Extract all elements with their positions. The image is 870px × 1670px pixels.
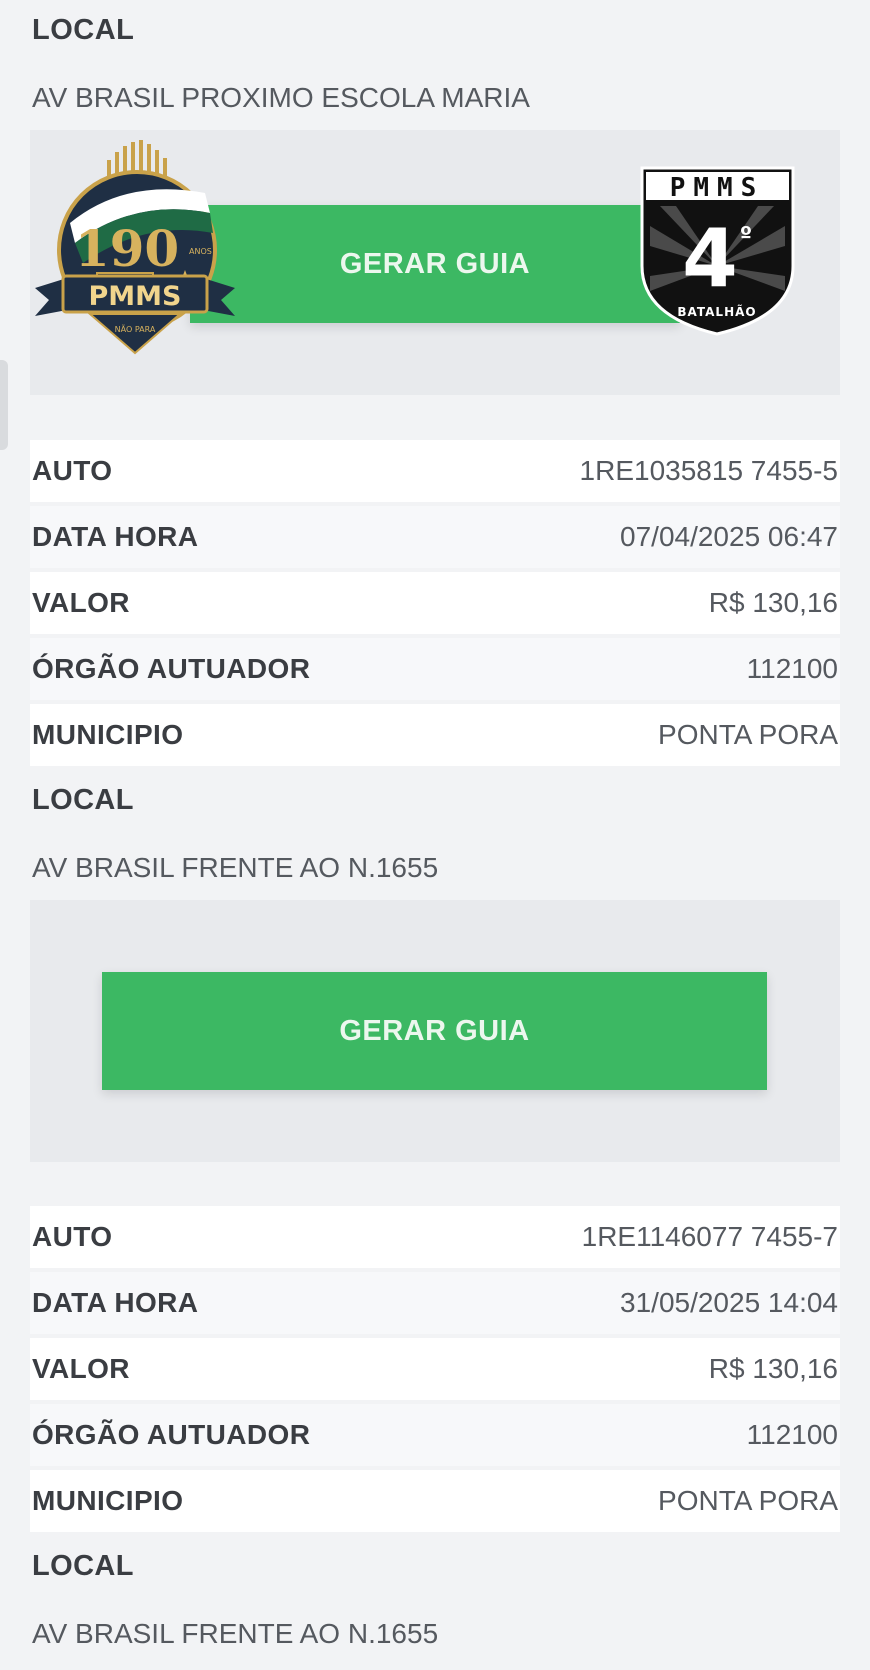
table-row: DATA HORA 07/04/2025 06:47 [30, 506, 840, 568]
shield-number: 4 [682, 212, 738, 305]
logo-motto: NÃO PARA [115, 324, 156, 334]
valor-label: VALOR [32, 1353, 130, 1384]
pmms-190-anos-logo: 190 ANOS PMMS NÃO PARA [35, 140, 235, 355]
shield-title: PMMS [670, 173, 765, 203]
municipio-label: MUNICIPIO [32, 1485, 184, 1516]
municipio-value: PONTA PORA [658, 719, 838, 750]
table-row: MUNICIPIO PONTA PORA [30, 1470, 840, 1532]
shield-degree: º [740, 223, 752, 248]
local-label: LOCAL [32, 1550, 134, 1582]
valor-value: R$ 130,16 [708, 1353, 838, 1384]
datahora-label: DATA HORA [32, 521, 199, 552]
gerar-guia-button[interactable]: GERAR GUIA [102, 972, 767, 1090]
local-label: LOCAL [32, 784, 134, 816]
table-row: VALOR R$ 130,16 [30, 1338, 840, 1400]
valor-value: R$ 130,16 [708, 587, 838, 618]
table-row: MUNICIPIO PONTA PORA [30, 704, 840, 766]
scroll-edge [0, 360, 8, 450]
auto-value: 1RE1146077 7455-7 [581, 1221, 838, 1252]
table-row: AUTO 1RE1035815 7455-5 [30, 440, 840, 502]
orgao-value: 112100 [746, 653, 838, 684]
datahora-label: DATA HORA [32, 1287, 199, 1318]
logo-number: 190 [75, 219, 179, 278]
local-value: AV BRASIL PROXIMO ESCOLA MARIA [32, 82, 530, 113]
datahora-value: 07/04/2025 06:47 [620, 521, 838, 552]
orgao-label: ÓRGÃO AUTUADOR [32, 1419, 311, 1450]
auto-value: 1RE1035815 7455-5 [579, 455, 838, 486]
orgao-label: ÓRGÃO AUTUADOR [32, 653, 311, 684]
local-value: AV BRASIL FRENTE AO N.1655 [32, 852, 439, 883]
logo-anos: ANOS [189, 247, 212, 256]
auto-label: AUTO [32, 1221, 113, 1252]
table-row: DATA HORA 31/05/2025 14:04 [30, 1272, 840, 1334]
gerar-guia-button[interactable]: GERAR GUIA [190, 205, 680, 323]
table-row: ÓRGÃO AUTUADOR 112100 [30, 1404, 840, 1466]
4-batalhao-logo: PMMS 4 º BATALHÃO [640, 166, 795, 336]
orgao-value: 112100 [746, 1419, 838, 1450]
logo-pmms-text: PMMS [89, 281, 182, 312]
shield-caption: BATALHÃO [677, 304, 756, 319]
valor-label: VALOR [32, 587, 130, 618]
table-row: AUTO 1RE1146077 7455-7 [30, 1206, 840, 1268]
local-value: AV BRASIL FRENTE AO N.1655 [32, 1618, 439, 1649]
auto-label: AUTO [32, 455, 113, 486]
municipio-value: PONTA PORA [658, 1485, 838, 1516]
table-row: ÓRGÃO AUTUADOR 112100 [30, 638, 840, 700]
local-label: LOCAL [32, 14, 135, 46]
municipio-label: MUNICIPIO [32, 719, 184, 750]
table-row: VALOR R$ 130,16 [30, 572, 840, 634]
datahora-value: 31/05/2025 14:04 [620, 1287, 838, 1318]
